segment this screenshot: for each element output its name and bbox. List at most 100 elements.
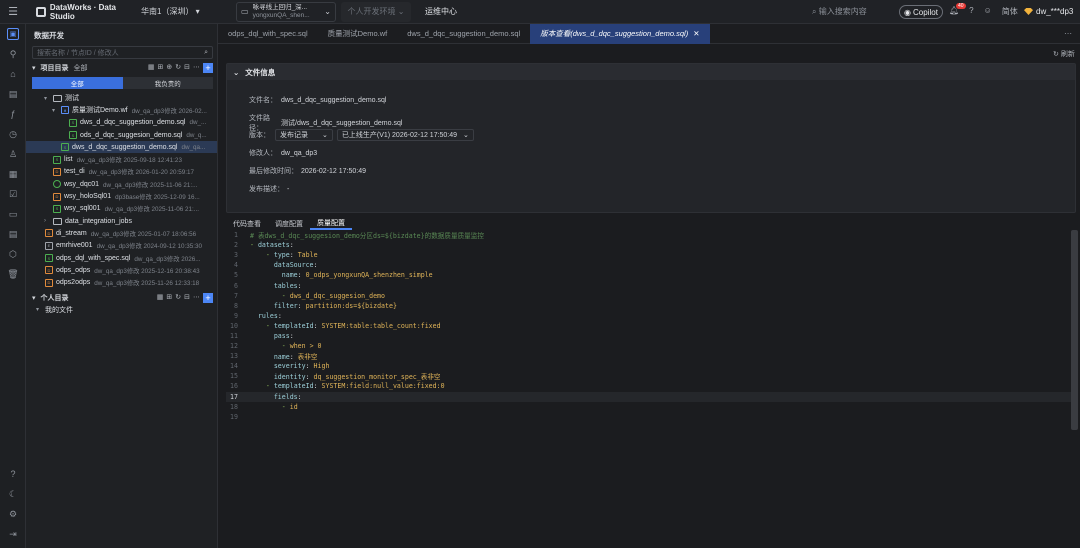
- refresh-icon[interactable]: ↻: [175, 293, 181, 303]
- editor-scrollbar[interactable]: [1071, 230, 1078, 430]
- code-editor[interactable]: 1# 表dws_d_dqc_suggesion_demo分区ds=${bizda…: [226, 230, 1071, 545]
- view-tab[interactable]: 调度配置: [268, 217, 310, 230]
- editor-row: 修改人：dw_qa_dp3: [249, 148, 317, 158]
- monitor-icon[interactable]: ▭: [0, 204, 26, 224]
- tree-search-input[interactable]: 搜索名称 / 节点ID / 修改人⌕: [32, 46, 213, 59]
- close-icon[interactable]: ✕: [693, 29, 699, 38]
- folder-add-icon[interactable]: ⊞: [158, 63, 164, 73]
- app-logo[interactable]: DataWorks · Data Studio: [26, 3, 141, 21]
- check-icon[interactable]: ☑: [0, 184, 26, 204]
- global-search[interactable]: ⌕ 输入搜索内容: [812, 6, 897, 17]
- tree-row[interactable]: Sdws_d_dqc_suggestion_demo.sqldw_qa...: [26, 141, 217, 153]
- function-icon[interactable]: ƒ: [0, 104, 26, 124]
- caret-icon[interactable]: ▾: [32, 294, 36, 302]
- dir-filter[interactable]: 全部: [74, 63, 88, 73]
- feedback-icon[interactable]: ☺: [984, 6, 992, 17]
- my-files-folder[interactable]: ▾我的文件: [26, 304, 217, 316]
- tree-row-name: wsy_sql001: [64, 205, 101, 212]
- data-studio-icon[interactable]: ▣: [0, 24, 26, 44]
- more-icon[interactable]: ⋯: [1064, 29, 1072, 38]
- table-icon[interactable]: ▤: [0, 84, 26, 104]
- grid-icon[interactable]: ▦: [157, 293, 164, 303]
- tree-row[interactable]: Swsy_sql001dw_qa_dp3修改 2025-11-06 21:...: [26, 203, 217, 215]
- history-icon[interactable]: ◷: [0, 124, 26, 144]
- sql-file-icon: S: [53, 156, 61, 164]
- tree-row-name: data_integration_jobs: [65, 218, 132, 225]
- tree-row[interactable]: Slistdw_qa_dp3修改 2025-09-18 12:41:23: [26, 153, 217, 165]
- chart-icon[interactable]: ▦: [0, 164, 26, 184]
- settings-icon[interactable]: ⚙: [0, 504, 26, 524]
- left-rail: ▣ ⚲ ⌂ ▤ ƒ ◷ ♙ ▦ ☑ ▭ ▤ ⬡ 🗑︎ ? ☾ ⚙ ⇥: [0, 24, 26, 548]
- tree-row[interactable]: ▾测试: [26, 92, 217, 104]
- home-icon[interactable]: ⌂: [0, 64, 26, 84]
- help-circle-icon[interactable]: ?: [0, 464, 26, 484]
- tree-row[interactable]: Ddi_streamdw_qa_dp3修改 2025-01-07 18:06:5…: [26, 227, 217, 239]
- view-tab[interactable]: 代码查看: [226, 217, 268, 230]
- user-menu[interactable]: dw_***dp3: [1024, 7, 1073, 16]
- more-icon[interactable]: ⋯: [193, 293, 200, 303]
- version-row: 版本： 发布记录⌄ 已上线生产(V1) 2026-02-12 17:50:49⌄: [249, 129, 478, 141]
- version-select[interactable]: 已上线生产(V1) 2026-02-12 17:50:49⌄: [337, 129, 474, 141]
- grid-icon[interactable]: ▦: [148, 63, 155, 73]
- help-icon[interactable]: ?: [969, 6, 973, 17]
- view-tab[interactable]: 质量配置: [310, 217, 352, 230]
- package-icon[interactable]: ⬡: [0, 244, 26, 264]
- line-number: 3: [226, 251, 242, 259]
- language-switch[interactable]: 简体: [1002, 6, 1018, 17]
- tree-row[interactable]: Dodps2odpsdw_qa_dp3修改 2025-11-26 12:33:1…: [26, 276, 217, 288]
- project-name: 咏寻线上回归_深...: [253, 4, 310, 12]
- node-icon: D: [45, 266, 53, 274]
- code-line: 17 fields:: [226, 392, 1071, 402]
- refresh-button[interactable]: ↻ 刷新: [1053, 49, 1075, 59]
- caret-icon[interactable]: ▾: [32, 64, 36, 72]
- scope-mine-button[interactable]: 我负责的: [123, 77, 214, 89]
- explorer-icon[interactable]: ⚲: [0, 44, 26, 64]
- tree-row[interactable]: Sods_d_dqc_suggesion_demo.sqldw_q...: [26, 129, 217, 141]
- tree-row[interactable]: Sodps_dql_with_spec.sqldw_qa_dp3修改 2026.…: [26, 252, 217, 264]
- code-token: :: [290, 251, 298, 259]
- code-token: id: [290, 403, 298, 411]
- copilot-button[interactable]: ◉Copilot: [899, 5, 943, 19]
- editor-tab[interactable]: odps_dql_with_spec.sql: [218, 24, 318, 44]
- code-token: type: [274, 251, 290, 259]
- code-token: :: [306, 373, 314, 381]
- tree-row[interactable]: Dwsy_holoSql01dp3base修改 2025-12-09 16...: [26, 190, 217, 202]
- editor-tab[interactable]: 质量测试Demo.wf: [318, 24, 398, 44]
- collapse-all-icon[interactable]: ⊟: [184, 63, 190, 73]
- chevron-down-icon: ⌄: [324, 7, 331, 16]
- tree-row[interactable]: ›data_integration_jobs: [26, 215, 217, 227]
- ops-center-link[interactable]: 运维中心: [425, 6, 457, 17]
- refresh-icon[interactable]: ↻: [175, 63, 181, 73]
- locate-icon[interactable]: ⊕: [166, 63, 172, 73]
- line-number: 2: [226, 241, 242, 249]
- create-button[interactable]: +: [203, 63, 213, 73]
- code-token: filter: [274, 302, 298, 310]
- line-number: 16: [226, 382, 242, 390]
- personal-create-button[interactable]: +: [203, 293, 213, 303]
- collapse-icon[interactable]: ⇥: [0, 524, 26, 544]
- env-selector[interactable]: 个人开发环境 ⌄: [341, 2, 411, 22]
- collapse-all-icon[interactable]: ⊟: [184, 293, 190, 303]
- chevron-down-icon: ⌄: [233, 68, 239, 77]
- tree-row[interactable]: Dtest_didw_qa_dp3修改 2026-01-20 20:59:17: [26, 166, 217, 178]
- folder-add-icon[interactable]: ⊞: [166, 293, 172, 303]
- user-icon[interactable]: ♙: [0, 144, 26, 164]
- tree-row[interactable]: Dodps_odpsdw_qa_dp3修改 2025-12-16 20:38:4…: [26, 264, 217, 276]
- scope-all-button[interactable]: 全部: [32, 77, 123, 89]
- editor-tab[interactable]: dws_d_dqc_suggestion_demo.sql: [397, 24, 530, 44]
- code-token: severity: [274, 362, 306, 370]
- hamburger-icon[interactable]: ☰: [0, 5, 26, 18]
- region-selector[interactable]: 华南1（深圳） ▾: [141, 6, 231, 17]
- tree-row[interactable]: wsy_dqc01dw_qa_dp3修改 2025-11-06 21:...: [26, 178, 217, 190]
- version-type-select[interactable]: 发布记录⌄: [275, 129, 333, 141]
- editor-tab[interactable]: 版本查看(dws_d_dqc_suggestion_demo.sql)✕: [530, 24, 709, 44]
- trash-icon[interactable]: 🗑︎: [0, 264, 26, 284]
- file-info-header[interactable]: ⌄文件信息: [227, 64, 1075, 80]
- tree-row[interactable]: Sdws_d_dqc_suggestion_demo.sqldw_...: [26, 117, 217, 129]
- project-selector[interactable]: ▭ 咏寻线上回归_深...yongxunQA_shen... ⌄: [236, 2, 336, 22]
- theme-icon[interactable]: ☾: [0, 484, 26, 504]
- tree-row[interactable]: ▾⋔质量测试Demo.wfdw_qa_dp3修改 2026-02...: [26, 104, 217, 116]
- tree-row[interactable]: Eemrhive001dw_qa_dp3修改 2024-09-12 10:35:…: [26, 240, 217, 252]
- message-icon[interactable]: ▤: [0, 224, 26, 244]
- more-icon[interactable]: ⋯: [193, 63, 200, 73]
